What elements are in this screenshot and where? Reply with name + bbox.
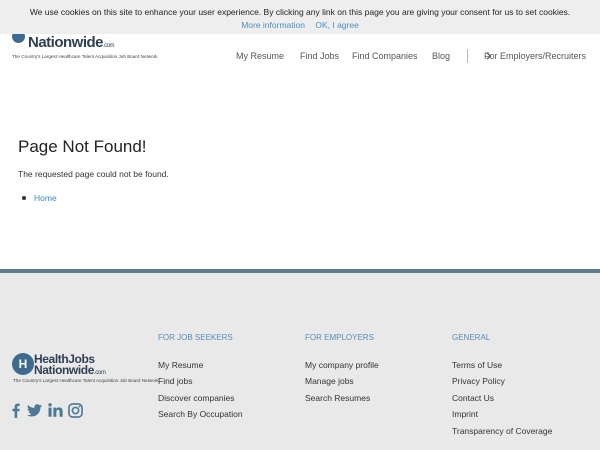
nav-my-resume[interactable]: My Resume (236, 51, 284, 61)
logo-emblem-icon: H (12, 353, 34, 375)
footer-heading: FOR JOB SEEKERS (158, 333, 233, 342)
list-bullet (22, 196, 26, 200)
agree-cookies-button[interactable]: OK, I agree (315, 20, 358, 30)
page-title: Page Not Found! (18, 137, 147, 156)
linkedin-icon[interactable] (48, 403, 63, 422)
footer-link-find-jobs[interactable]: Find jobs (158, 373, 243, 389)
footer-link-company-profile[interactable]: My company profile (305, 357, 379, 373)
footer-logo-tagline: The Country's Largest Healthcare Talent … (13, 378, 159, 383)
site-footer: H HealthJobs Nationwide.com The Country'… (0, 273, 600, 450)
site-header: Nationwide.com The Country's Largest Hea… (0, 30, 600, 72)
home-link[interactable]: Home (34, 193, 57, 203)
nav-employers-recruiters[interactable]: For Employers/Recruiters (484, 51, 586, 61)
nav-divider (467, 49, 468, 63)
footer-heading: GENERAL (452, 333, 491, 342)
footer-column-employers: FOR EMPLOYERS My company profile Manage … (305, 333, 379, 406)
footer-link-my-resume[interactable]: My Resume (158, 357, 243, 373)
footer-column-job-seekers: FOR JOB SEEKERS My Resume Find jobs Disc… (158, 333, 243, 423)
cookie-message: We use cookies on this site to enhance y… (29, 7, 571, 17)
nav-blog[interactable]: Blog (432, 51, 450, 61)
footer-logo-wordmark: HealthJobs Nationwide.com (34, 352, 106, 377)
footer-link-search-resumes[interactable]: Search Resumes (305, 390, 379, 406)
footer-link-transparency-of-coverage[interactable]: Transparency of Coverage (452, 423, 552, 439)
twitter-icon[interactable] (27, 404, 42, 422)
social-links (12, 403, 92, 419)
footer-column-general: GENERAL Terms of Use Privacy Policy Cont… (452, 333, 552, 439)
logo-tagline: The Country's Largest Healthcare Talent … (12, 54, 158, 59)
footer-heading: FOR EMPLOYERS (305, 333, 374, 342)
nav-find-companies[interactable]: Find Companies (352, 51, 418, 61)
footer-link-imprint[interactable]: Imprint (452, 406, 552, 422)
footer-link-search-by-occupation[interactable]: Search By Occupation (158, 406, 243, 422)
instagram-icon[interactable] (68, 403, 83, 423)
site-logo[interactable]: Nationwide.com The Country's Largest Hea… (12, 30, 158, 59)
cookie-banner: We use cookies on this site to enhance y… (0, 0, 600, 34)
footer-link-discover-companies[interactable]: Discover companies (158, 390, 243, 406)
footer-link-contact-us[interactable]: Contact Us (452, 390, 552, 406)
logo-wordmark: Nationwide.com (28, 34, 115, 51)
nav-find-jobs[interactable]: Find Jobs (300, 51, 339, 61)
footer-link-privacy-policy[interactable]: Privacy Policy (452, 373, 552, 389)
facebook-icon[interactable] (12, 403, 20, 423)
footer-link-terms-of-use[interactable]: Terms of Use (452, 357, 552, 373)
footer-link-manage-jobs[interactable]: Manage jobs (305, 373, 379, 389)
more-information-link[interactable]: More information (241, 20, 305, 30)
not-found-message: The requested page could not be found. (18, 169, 169, 179)
